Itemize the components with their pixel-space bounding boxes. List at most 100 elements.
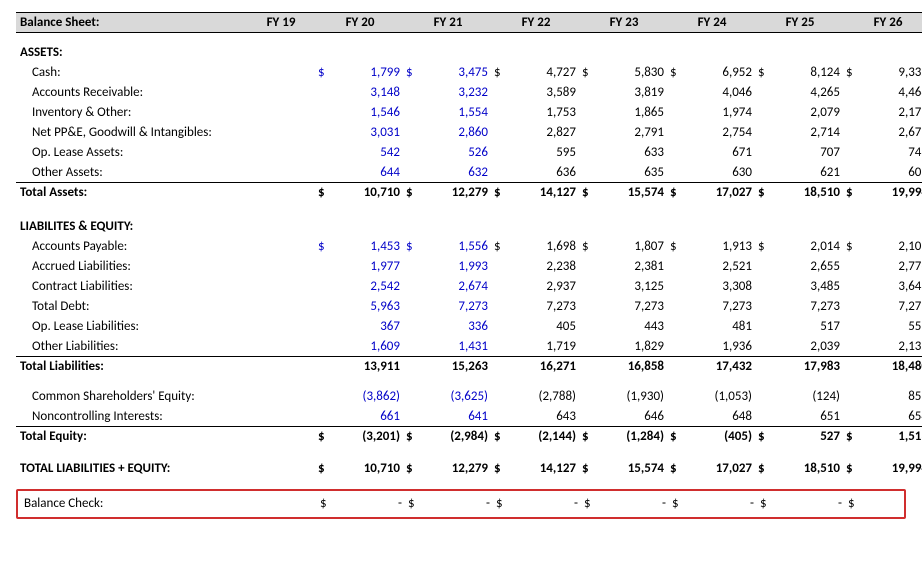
currency-symbol (316, 337, 334, 357)
col-fy19: FY 19 (246, 13, 316, 33)
currency-symbol (580, 297, 598, 317)
currency-symbol (404, 277, 422, 297)
cell-value: 7,273 (598, 297, 668, 317)
currency-symbol (756, 123, 774, 143)
cell-value: 10,710 (334, 183, 404, 203)
liability-row: Accrued Liabilities:1,9771,9932,2382,381… (16, 257, 922, 277)
cell-value: 7,273 (774, 297, 844, 317)
currency-symbol: $ (316, 427, 334, 447)
row-label: Accounts Receivable: (16, 83, 246, 103)
cell-value: 2,039 (774, 337, 844, 357)
cell-value: 12,279 (422, 459, 492, 479)
liability-row: Op. Lease Liabilities:367336405443481517… (16, 317, 922, 337)
currency-symbol (844, 163, 862, 183)
currency-symbol (492, 277, 510, 297)
cell-value: 527 (774, 427, 844, 447)
cell-value: 7,273 (422, 297, 492, 317)
cell-value: 644 (334, 163, 404, 183)
currency-symbol (844, 407, 862, 427)
cell-value: 1,453 (334, 237, 404, 257)
currency-symbol: $ (756, 459, 774, 479)
cell-value: 3,125 (598, 277, 668, 297)
cell-value: 1,556 (422, 237, 492, 257)
currency-symbol (492, 163, 510, 183)
currency-symbol: $ (756, 183, 774, 203)
cell-value: 18,510 (774, 459, 844, 479)
cell-value: 2,674 (422, 277, 492, 297)
currency-symbol (492, 257, 510, 277)
currency-symbol (492, 317, 510, 337)
balance-check-box: Balance Check: $-$-$-$-$-$-$- (16, 489, 906, 519)
cell-value: 16,271 (510, 357, 580, 377)
cell-value: 3,232 (422, 83, 492, 103)
row-label: Other Liabilities: (16, 337, 246, 357)
cell-value: 2,754 (686, 123, 756, 143)
cell-value: (2,788) (510, 387, 580, 407)
cell-value: 4,468 (862, 83, 922, 103)
equity-row: Common Shareholders' Equity:(3,862)(3,62… (16, 387, 922, 407)
currency-symbol: $ (844, 63, 862, 83)
asset-row: Cash:$1,799$3,475$4,727$5,830$6,952$8,12… (16, 63, 922, 83)
cell-value: 4,046 (686, 83, 756, 103)
cell-value: 635 (598, 163, 668, 183)
currency-symbol: $ (492, 237, 510, 257)
cell-value: 654 (862, 407, 922, 427)
currency-symbol: $ (492, 427, 510, 447)
cell-value: 3,819 (598, 83, 668, 103)
col-fy22: FY 22 (492, 13, 580, 33)
cell-value: 1,431 (422, 337, 492, 357)
cell-value: 1,913 (686, 237, 756, 257)
liability-row: Other Liabilities:1,6091,4311,7191,8291,… (16, 337, 922, 357)
cell-value: 481 (686, 317, 756, 337)
currency-symbol (580, 337, 598, 357)
currency-symbol: $ (844, 459, 862, 479)
col-fy25: FY 25 (756, 13, 844, 33)
equity-row: Noncontrolling Interests:661641643646648… (16, 407, 922, 427)
cell-value: 18,510 (774, 183, 844, 203)
currency-symbol (316, 277, 334, 297)
cell-value: - (424, 493, 494, 515)
currency-symbol (492, 103, 510, 123)
cell-value: 542 (334, 143, 404, 163)
cell-value: 17,432 (686, 357, 756, 377)
currency-symbol (668, 83, 686, 103)
cell-value: 2,521 (686, 257, 756, 277)
currency-symbol (492, 407, 510, 427)
cell-value: 621 (774, 163, 844, 183)
currency-symbol: $ (404, 183, 422, 203)
currency-symbol (316, 143, 334, 163)
cell-value: 19,994 (862, 459, 922, 479)
cell-value: 630 (686, 163, 756, 183)
currency-symbol: $ (756, 63, 774, 83)
currency-symbol (404, 103, 422, 123)
currency-symbol (316, 257, 334, 277)
cell-value: (2,144) (510, 427, 580, 447)
currency-symbol (492, 357, 510, 377)
currency-symbol: $ (494, 493, 512, 515)
currency-symbol (844, 387, 862, 407)
cell-value: 2,791 (598, 123, 668, 143)
cell-value: 632 (422, 163, 492, 183)
currency-symbol: $ (404, 459, 422, 479)
col-fy20: FY 20 (316, 13, 404, 33)
currency-symbol (844, 123, 862, 143)
cell-value: 643 (510, 407, 580, 427)
currency-symbol: $ (406, 493, 424, 515)
cell-value: 3,148 (334, 83, 404, 103)
row-label: Op. Lease Assets: (16, 143, 246, 163)
currency-symbol: $ (316, 63, 334, 83)
currency-symbol: $ (316, 459, 334, 479)
cell-value: 2,173 (862, 103, 922, 123)
row-label: Other Assets: (16, 163, 246, 183)
cell-value: 13,911 (334, 357, 404, 377)
currency-symbol: $ (580, 237, 598, 257)
cell-value: 16,858 (598, 357, 668, 377)
page-title: Balance Sheet: (16, 13, 246, 33)
row-label: Total Debt: (16, 297, 246, 317)
currency-symbol (404, 357, 422, 377)
currency-symbol (756, 143, 774, 163)
currency-symbol (844, 357, 862, 377)
cell-value: 2,827 (510, 123, 580, 143)
currency-symbol (580, 277, 598, 297)
cell-value: 859 (862, 387, 922, 407)
